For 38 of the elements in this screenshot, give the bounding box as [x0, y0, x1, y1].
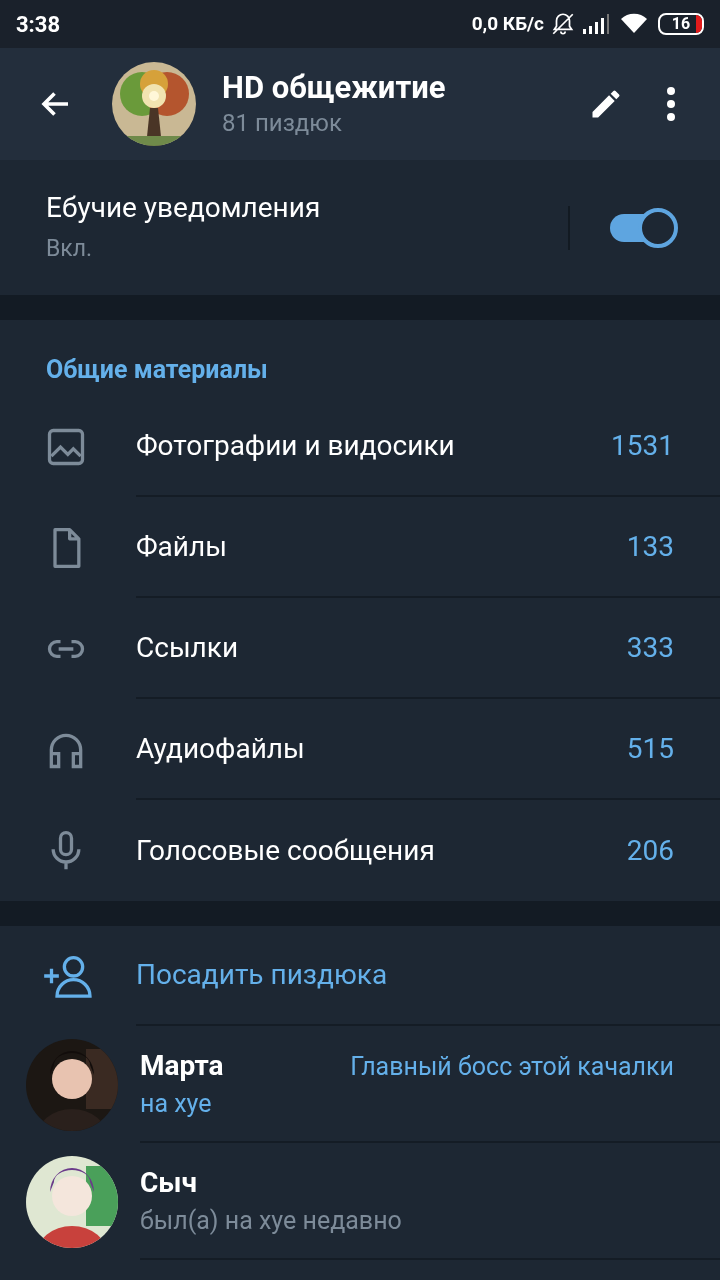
member-role: Главный босс этой качалки — [350, 1050, 674, 1083]
add-person-icon — [42, 954, 94, 998]
member-name: Сыч — [140, 1164, 198, 1201]
battery-icon: 16 — [658, 13, 704, 35]
wifi-icon — [620, 13, 648, 35]
media-row[interactable]: Ссылки 333 — [0, 598, 720, 699]
network-speed: 0,0 КБ/с — [471, 10, 544, 37]
media-label: Аудиофайлы — [136, 730, 306, 767]
media-count: 206 — [626, 832, 674, 869]
media-count: 333 — [626, 629, 674, 666]
media-row[interactable]: Фотографии и видосики 1531 — [0, 396, 720, 497]
member-status: был(а) на хуе недавно — [140, 1204, 403, 1237]
media-row[interactable]: Аудиофайлы 515 — [0, 699, 720, 800]
media-count: 1531 — [611, 427, 674, 464]
media-label: Голосовые сообщения — [136, 832, 436, 869]
notifications-toggle[interactable] — [610, 207, 678, 248]
media-label: Ссылки — [136, 629, 240, 666]
member-status: на хуе — [140, 1087, 213, 1120]
more-icon — [666, 86, 676, 122]
media-row[interactable]: Голосовые сообщения 206 — [0, 800, 720, 901]
section-heading: Общие материалы — [45, 354, 269, 386]
notifications-value: Вкл. — [46, 233, 94, 264]
notifications-label: Ебучие уведомления — [46, 189, 322, 226]
signal-icon — [582, 13, 610, 35]
add-member-label: Посадить пиздюка — [136, 957, 388, 993]
media-label: Фотографии и видосики — [136, 427, 456, 464]
add-member-button[interactable]: Посадить пиздюка — [0, 926, 720, 1026]
member-row[interactable]: Сыч был(а) на хуе недавно — [0, 1143, 720, 1260]
media-label: Файлы — [136, 528, 228, 565]
member-count: 81 пиздюк — [222, 108, 343, 139]
member-name: Марта — [140, 1047, 225, 1084]
media-count: 515 — [626, 730, 674, 767]
member-row[interactable]: Марта Главный босс этой качалки на хуе — [0, 1026, 720, 1143]
media-row[interactable]: Файлы 133 — [0, 497, 720, 598]
mute-bell-icon — [550, 11, 576, 37]
media-count: 133 — [626, 528, 674, 565]
group-title: HD общежитие — [222, 69, 447, 107]
status-time: 3:38 — [16, 10, 61, 39]
